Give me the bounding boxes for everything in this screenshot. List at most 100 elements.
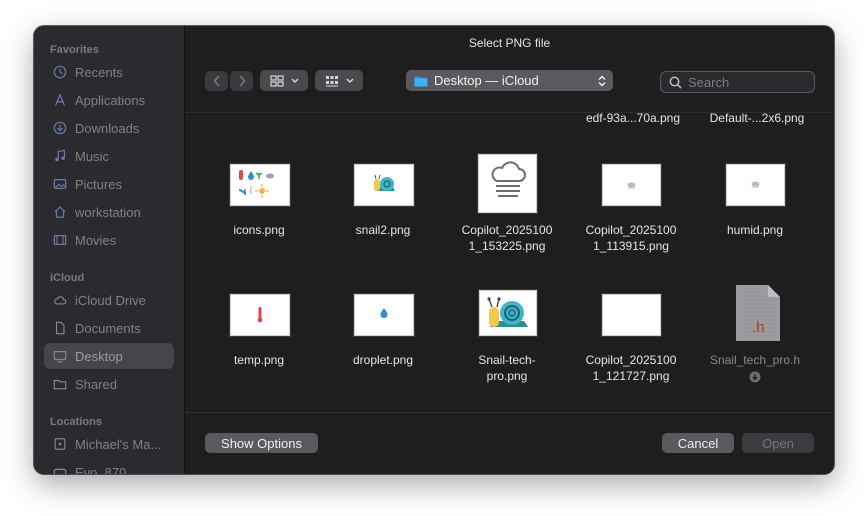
image-thumbnail (602, 164, 661, 206)
image-thumbnail (602, 294, 661, 336)
back-button[interactable] (205, 71, 228, 91)
file-name: Snail-tech- (478, 353, 536, 367)
sidebar-item-label: Evo_870 (75, 464, 127, 475)
computer-icon (52, 436, 68, 452)
document-icon (52, 320, 68, 336)
small-cloud-icon (627, 182, 636, 189)
sidebar-item-pictures[interactable]: Pictures (44, 171, 174, 197)
file-item-humid[interactable]: humid.png (693, 154, 817, 254)
snail-icon (374, 174, 395, 191)
file-item-icons[interactable]: icons.png (197, 154, 321, 254)
footer-divider (185, 412, 834, 413)
sidebar-item-workstation[interactable]: workstation (44, 199, 174, 225)
sidebar-item-label: Applications (75, 92, 146, 108)
location-popup[interactable]: Desktop — iCloud (406, 70, 613, 91)
file-name-line2: 1_121727.png (592, 369, 670, 383)
file-item-droplet[interactable]: droplet.png (321, 284, 445, 384)
location-label: Desktop — iCloud (434, 73, 539, 88)
file-type-badge: .h (752, 319, 765, 336)
download-icon (52, 120, 68, 136)
sidebar-item-label: Downloads (75, 120, 140, 136)
dialog-title: Select PNG file (468, 36, 551, 50)
chevron-right-icon (238, 75, 246, 87)
clock-icon (52, 64, 68, 80)
sidebar-item-label: Documents (75, 320, 141, 336)
sidebar-item-movies[interactable]: Movies (44, 227, 174, 253)
search-field[interactable]: Search (660, 71, 815, 93)
file-name: icons.png (233, 223, 285, 237)
file-item-snail-tech-pro-png[interactable]: Snail-tech- pro.png (445, 284, 569, 384)
image-thumbnail (230, 164, 290, 206)
sidebar-section-locations: Locations (50, 416, 102, 428)
droplet-icon (380, 308, 388, 318)
home-icon (52, 204, 68, 220)
file-name-line2: 1_113915.png (593, 239, 669, 253)
file-name: Copilot_2025100 (585, 223, 677, 237)
sidebar-item-computer[interactable]: Michael's Ma... (44, 431, 174, 457)
file-item-copilot-121727[interactable]: Copilot_2025100 1_121727.png (569, 284, 693, 384)
sidebar-section-icloud: iCloud (50, 272, 85, 284)
sidebar-item-label: Desktop (75, 348, 123, 364)
group-grid-icon (325, 75, 338, 86)
sidebar-item-label: Music (75, 148, 109, 164)
chevron-down-icon (290, 77, 299, 83)
file-item-copilot-153225[interactable]: Copilot_2025100 1_153225.png (445, 154, 569, 254)
file-name: temp.png (233, 353, 285, 367)
group-by-button[interactable] (315, 70, 363, 91)
applications-icon (52, 92, 68, 108)
thermometer-icon (257, 307, 263, 323)
file-name: Copilot_2025100 (461, 223, 553, 237)
sidebar-item-desktop[interactable]: Desktop (44, 343, 174, 369)
sidebar-item-label: Recents (75, 64, 123, 80)
chevron-left-icon (212, 75, 220, 87)
file-name: Default-...2x6.png (709, 111, 805, 125)
search-icon (669, 76, 682, 89)
file-open-dialog: Favorites Recents Applications Downloads… (34, 26, 834, 474)
show-options-button[interactable]: Show Options (205, 433, 318, 453)
sidebar-item-shared[interactable]: Shared (44, 371, 174, 397)
download-icon (749, 370, 761, 383)
file-item[interactable]: edf-93a...70a.png (571, 110, 695, 128)
sidebar-item-label: Shared (75, 376, 117, 392)
desktop-icon (52, 348, 68, 364)
sidebar-item-recents[interactable]: Recents (44, 59, 174, 85)
sidebar-item-icloud-drive[interactable]: iCloud Drive (44, 287, 174, 313)
sidebar-item-documents[interactable]: Documents (44, 315, 174, 341)
film-icon (52, 232, 68, 248)
file-name: droplet.png (352, 353, 414, 367)
image-thumbnail (354, 164, 414, 206)
chevron-down-icon (345, 77, 354, 83)
sidebar-item-downloads[interactable]: Downloads (44, 115, 174, 141)
updown-chevron-icon (598, 74, 606, 87)
sidebar-item-evo870[interactable]: Evo_870 (44, 459, 174, 474)
file-item-copilot-113915[interactable]: Copilot_2025100 1_113915.png (569, 154, 693, 254)
view-mode-button[interactable] (260, 70, 308, 91)
image-thumbnail (354, 294, 414, 336)
sidebar-item-music[interactable]: Music (44, 143, 174, 169)
file-name: snail2.png (355, 223, 411, 237)
sidebar-item-label: workstation (75, 204, 141, 220)
snail-icon (487, 297, 528, 327)
icon-grid-icon (269, 74, 284, 87)
file-item-temp[interactable]: temp.png (197, 284, 321, 384)
file-name: Copilot_2025100 (585, 353, 677, 367)
search-placeholder: Search (688, 74, 730, 90)
file-item-snail2[interactable]: snail2.png (321, 154, 445, 254)
sidebar-item-label: iCloud Drive (75, 292, 146, 308)
header-file-icon: .h (735, 284, 781, 342)
file-item[interactable]: Default-...2x6.png (695, 110, 819, 128)
file-name: humid.png (726, 223, 784, 237)
image-thumbnail (726, 164, 785, 206)
image-thumbnail (478, 154, 537, 213)
forward-button[interactable] (230, 71, 253, 91)
open-button[interactable]: Open (742, 433, 814, 453)
file-item-snail-tech-pro-h: .h Snail_tech_pro.h (693, 284, 817, 384)
main-pane: Select PNG file Desktop — iCloud Search (185, 26, 834, 474)
sidebar: Favorites Recents Applications Downloads… (34, 26, 185, 474)
cancel-button[interactable]: Cancel (662, 433, 734, 453)
image-thumbnail (479, 290, 537, 336)
music-note-icon (52, 148, 68, 164)
sidebar-item-label: Movies (75, 232, 117, 248)
folder-icon (414, 76, 428, 86)
sidebar-item-applications[interactable]: Applications (44, 87, 174, 113)
